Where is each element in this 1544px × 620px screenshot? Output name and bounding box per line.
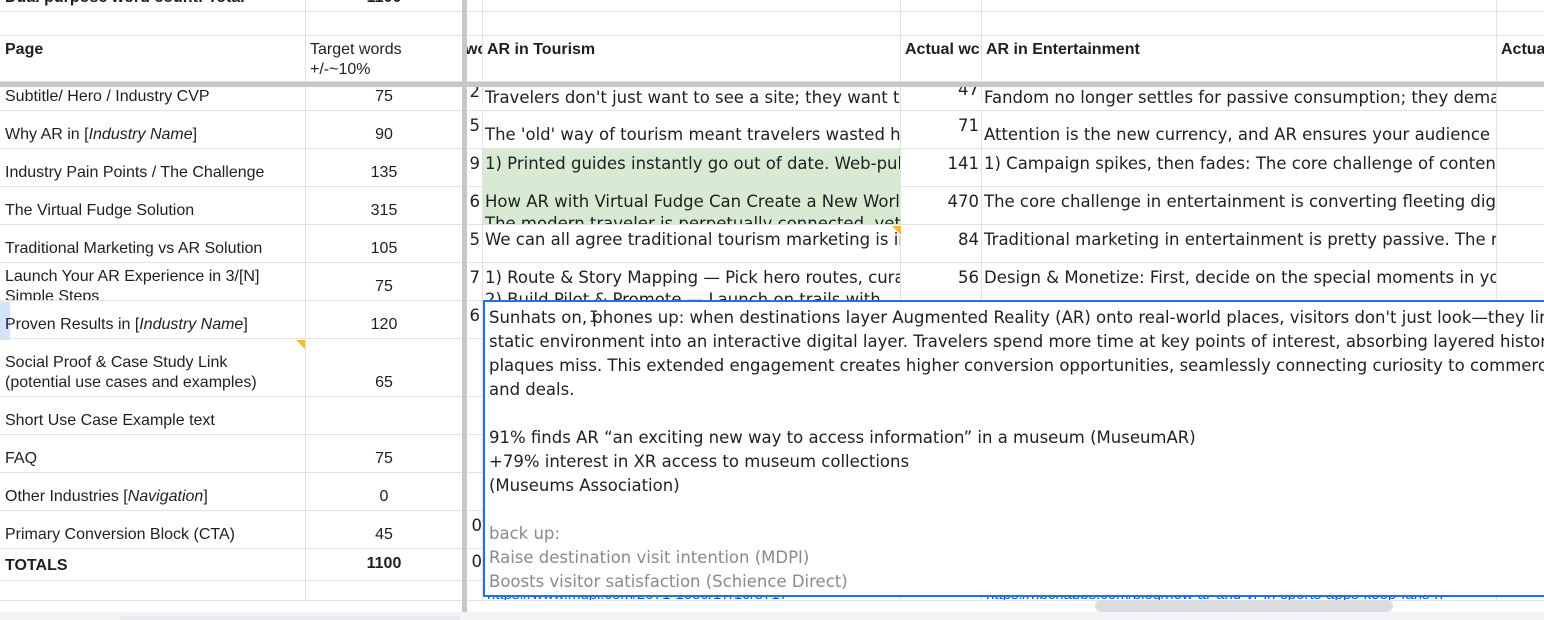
cell-page[interactable]: Why AR in [Industry Name] bbox=[0, 111, 306, 148]
cell-wc[interactable]: 9 bbox=[467, 149, 483, 186]
cell-actual[interactable]: 71 bbox=[901, 111, 982, 148]
comment-indicator[interactable] bbox=[892, 226, 901, 235]
table-row-empty bbox=[467, 12, 1544, 36]
cell-target[interactable] bbox=[306, 581, 462, 600]
cell-page[interactable]: Dual purpose word count: Total bbox=[0, 0, 306, 11]
cell-page[interactable]: TOTALS bbox=[0, 549, 306, 580]
frozen-columns: Dual purpose word count: Total 1100 Page… bbox=[0, 0, 462, 620]
table-row: Short Use Case Example text bbox=[0, 397, 462, 435]
cell-page[interactable]: Traditional Marketing vs AR Solution bbox=[0, 225, 306, 262]
cell-entertainment[interactable]: Design & Monetize: First, decide on the … bbox=[982, 263, 1497, 300]
table-row: FAQ 75 bbox=[0, 435, 462, 473]
cell-entertainment[interactable]: The core challenge in entertainment is c… bbox=[982, 187, 1497, 224]
table-row: Why AR in [Industry Name] 90 bbox=[0, 111, 462, 149]
cell-wc[interactable]: 7 bbox=[467, 263, 483, 300]
table-row: 7 1) Route & Story Mapping — Pick hero r… bbox=[467, 263, 1544, 301]
table-row-empty bbox=[0, 12, 462, 36]
table-row: 2 Travelers don't just want to see a sit… bbox=[467, 79, 1544, 111]
sheet-bottom-indicator bbox=[120, 616, 460, 620]
cell-target[interactable]: 1100 bbox=[306, 549, 462, 580]
cell-tourism[interactable]: The 'old' way of tourism meant travelers… bbox=[483, 111, 901, 148]
table-row: Launch Your AR Experience in 3/[N] Simpl… bbox=[0, 263, 462, 301]
table-row: Other Industries [Navigation] 0 bbox=[0, 473, 462, 511]
cell-entertainment[interactable]: 1) Campaign spikes, then fades: The core… bbox=[982, 149, 1497, 186]
cell-wc[interactable]: 5 bbox=[467, 225, 483, 262]
cell-tourism[interactable]: 1) Route & Story Mapping — Pick hero rou… bbox=[483, 263, 901, 300]
header-ar-entertainment[interactable]: AR in Entertainment bbox=[982, 36, 1497, 81]
cell-actual[interactable]: 470 bbox=[901, 187, 982, 224]
cell-target[interactable]: 65 bbox=[306, 339, 462, 396]
table-row: 5 We can all agree traditional tourism m… bbox=[467, 225, 1544, 263]
cell-target[interactable]: 315 bbox=[306, 187, 462, 224]
table-row-totals: TOTALS 1100 bbox=[0, 549, 462, 581]
cell-target[interactable]: 45 bbox=[306, 511, 462, 548]
cell-target[interactable] bbox=[306, 12, 462, 35]
cell-target[interactable]: 105 bbox=[306, 225, 462, 262]
table-row: Subtitle/ Hero / Industry CVP 75 bbox=[0, 87, 462, 111]
cell-target[interactable]: 75 bbox=[306, 435, 462, 472]
horizontal-scrollbar[interactable] bbox=[1095, 600, 1393, 612]
cell-page[interactable]: Short Use Case Example text bbox=[0, 397, 306, 434]
table-row-empty bbox=[0, 581, 462, 601]
cell-page[interactable]: Other Industries [Navigation] bbox=[0, 473, 306, 510]
table-header-row: Page Target words +/-~10% bbox=[0, 36, 462, 82]
cell-entertainment[interactable]: Attention is the new currency, and AR en… bbox=[982, 111, 1497, 148]
table-row: The Virtual Fudge Solution 315 bbox=[0, 187, 462, 225]
cell-tourism[interactable]: 1) Printed guides instantly go out of da… bbox=[483, 149, 901, 186]
cell-page[interactable]: Social Proof & Case Study Link (potentia… bbox=[0, 339, 306, 396]
cell-page[interactable]: The Virtual Fudge Solution bbox=[0, 187, 306, 224]
header-wc-partial[interactable]: wc bbox=[467, 36, 483, 81]
cell-page[interactable]: Primary Conversion Block (CTA) bbox=[0, 511, 306, 548]
table-row-top bbox=[467, 0, 1544, 12]
cell-wc[interactable]: 0 bbox=[467, 549, 483, 580]
header-actual-wc-2[interactable]: Actua bbox=[1497, 36, 1544, 81]
table-row: Primary Conversion Block (CTA) 45 bbox=[0, 511, 462, 549]
header-page[interactable]: Page bbox=[0, 36, 306, 81]
table-row: 5 The 'old' way of tourism meant travele… bbox=[467, 111, 1544, 149]
cell-actual[interactable]: 84 bbox=[901, 225, 982, 262]
table-row-total-top: Dual purpose word count: Total 1100 bbox=[0, 0, 462, 12]
table-row: Proven Results in [Industry Name] 120 bbox=[0, 301, 462, 339]
text-cursor-icon: I bbox=[589, 307, 599, 326]
cell-target[interactable]: 75 bbox=[306, 263, 462, 300]
cell-wc[interactable]: 0 bbox=[467, 511, 483, 548]
table-row: 6 How AR with Virtual Fudge Can Create a… bbox=[467, 187, 1544, 225]
cell-tourism[interactable]: We can all agree traditional tourism mar… bbox=[483, 225, 901, 262]
cell-page[interactable]: Proven Results in [Industry Name] bbox=[0, 301, 306, 338]
table-row: Industry Pain Points / The Challenge 135 bbox=[0, 149, 462, 187]
expanded-cell-editor[interactable]: Sunhats on, phones up: when destinations… bbox=[483, 300, 1544, 597]
cell-tourism[interactable]: Travelers don't just want to see a site;… bbox=[483, 87, 901, 110]
cell-actual[interactable]: 56 bbox=[901, 263, 982, 300]
cell-tourism[interactable]: How AR with Virtual Fudge Can Create a N… bbox=[483, 187, 901, 224]
cell-page[interactable]: Launch Your AR Experience in 3/[N] Simpl… bbox=[0, 263, 306, 300]
header-ar-tourism[interactable]: AR in Tourism bbox=[483, 36, 901, 81]
frozen-row-divider[interactable] bbox=[0, 82, 1544, 87]
cell-page[interactable] bbox=[0, 12, 306, 35]
header-target-words[interactable]: Target words +/-~10% bbox=[306, 36, 462, 81]
cell-target[interactable]: 1100 bbox=[306, 0, 462, 11]
cell-wc[interactable]: 6 bbox=[467, 301, 483, 338]
cell-page[interactable]: Subtitle/ Hero / Industry CVP bbox=[0, 87, 306, 110]
table-header-row: wc AR in Tourism Actual wc AR in Enterta… bbox=[467, 36, 1544, 82]
table-row: Traditional Marketing vs AR Solution 105 bbox=[0, 225, 462, 263]
cell-entertainment[interactable]: Traditional marketing in entertainment i… bbox=[982, 225, 1497, 262]
cell-page[interactable]: Industry Pain Points / The Challenge bbox=[0, 149, 306, 186]
cell-target[interactable]: 0 bbox=[306, 473, 462, 510]
cell-wc[interactable]: 5 bbox=[467, 111, 483, 148]
cell-entertainment[interactable]: Fandom no longer settles for passive con… bbox=[982, 87, 1497, 110]
cell-wc[interactable]: 6 bbox=[467, 187, 483, 224]
cell-page[interactable] bbox=[0, 581, 306, 600]
cell-target[interactable]: 90 bbox=[306, 111, 462, 148]
cell-page[interactable]: FAQ bbox=[0, 435, 306, 472]
cell-target[interactable]: 135 bbox=[306, 149, 462, 186]
cell-actual[interactable]: 141 bbox=[901, 149, 982, 186]
cell-target[interactable]: 75 bbox=[306, 87, 462, 110]
table-row: 9 1) Printed guides instantly go out of … bbox=[467, 149, 1544, 187]
table-row: Social Proof & Case Study Link (potentia… bbox=[0, 339, 462, 397]
cell-target[interactable]: 120 bbox=[306, 301, 462, 338]
header-actual-wc[interactable]: Actual wc bbox=[901, 36, 982, 81]
cell-target[interactable] bbox=[306, 397, 462, 434]
